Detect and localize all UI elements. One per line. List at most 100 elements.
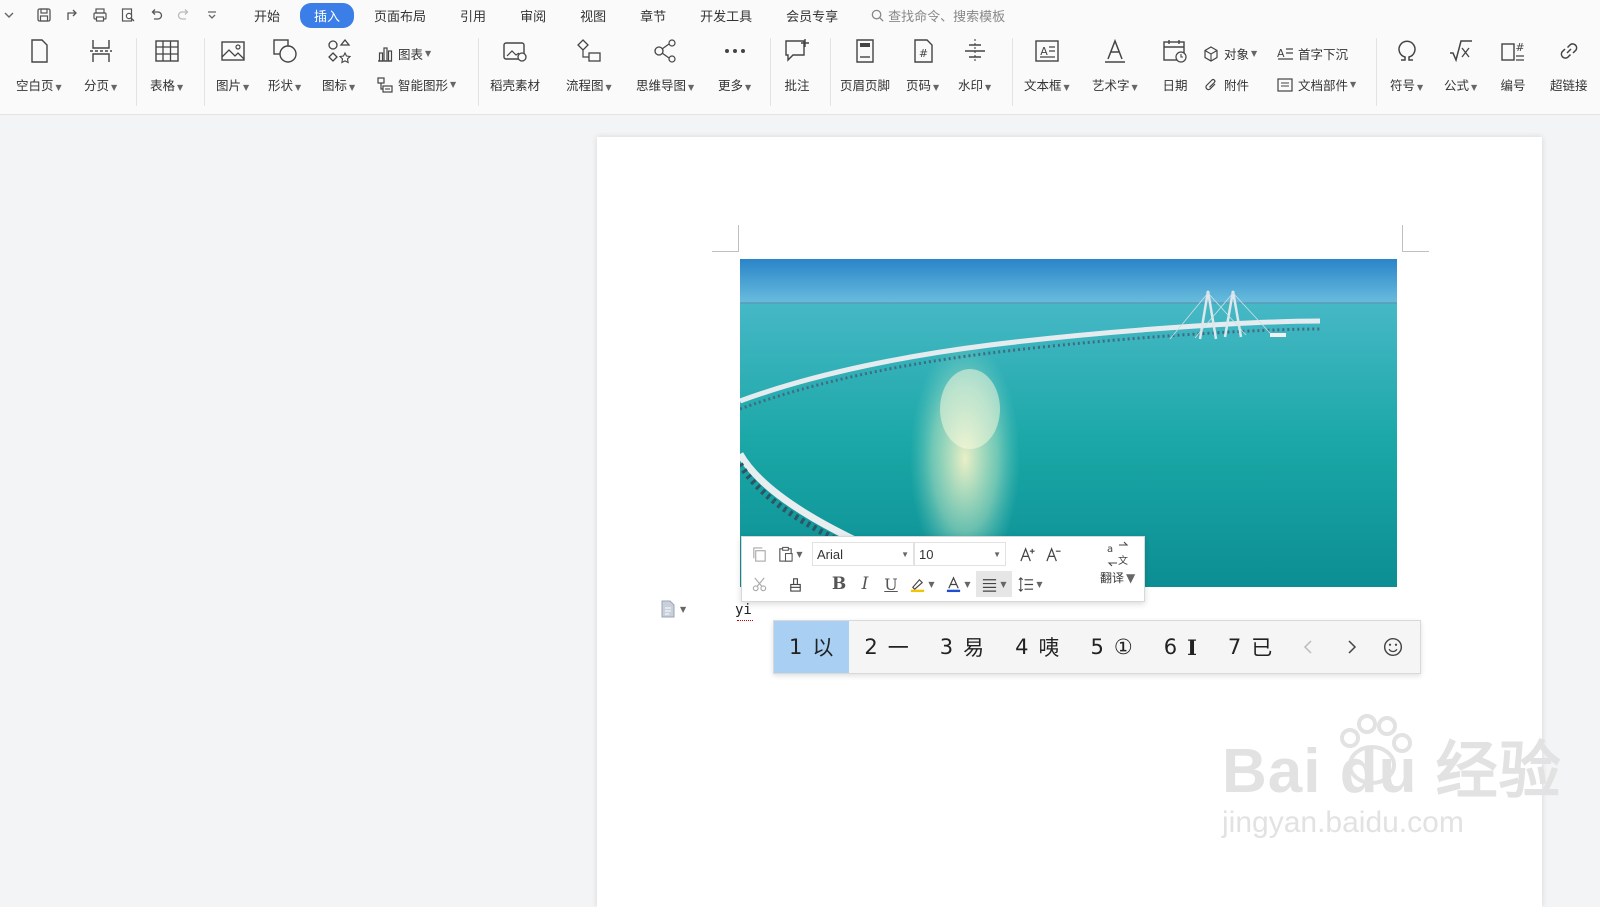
format-painter-icon[interactable] xyxy=(782,571,808,597)
hyperlink-label: 超链接 xyxy=(1550,78,1588,93)
attachment-button[interactable]: 附件 xyxy=(1202,75,1249,94)
numbering-button[interactable]: # 编号 xyxy=(1498,36,1528,94)
more-button[interactable]: 更多 ▼ xyxy=(718,36,751,94)
command-search[interactable]: 查找命令、搜索模板 xyxy=(870,6,1005,25)
smart-art-button[interactable]: 智能图形 ▼ xyxy=(376,75,456,94)
tab-page-layout[interactable]: 页面布局 xyxy=(360,3,440,28)
text-box-label: 文本框 xyxy=(1024,78,1062,93)
hyperlink-button[interactable]: 超链接 xyxy=(1550,36,1588,94)
flowchart-button[interactable]: 流程图 ▼ xyxy=(566,36,612,94)
drop-cap-button[interactable]: A 首字下沉 xyxy=(1276,44,1348,63)
tab-view[interactable]: 视图 xyxy=(566,3,620,28)
increase-font-size-icon[interactable] xyxy=(1014,541,1040,567)
font-size-select[interactable]: 10 ▼ xyxy=(914,542,1006,566)
page-number-button[interactable]: # 页码 ▼ xyxy=(906,36,939,94)
candidate-text: Ⅰ xyxy=(1187,634,1197,660)
paragraph-options-icon[interactable]: ▼ xyxy=(660,600,686,618)
docer-material-button[interactable]: 稻壳素材 xyxy=(490,36,540,94)
icon-library-icon xyxy=(324,36,354,66)
blank-page-button[interactable]: 空白页 ▼ xyxy=(16,36,62,94)
ribbon-tabs: 开始 插入 页面布局 引用 审阅 视图 章节 开发工具 会员专享 xyxy=(240,2,858,28)
tab-review[interactable]: 审阅 xyxy=(506,3,560,28)
customize-quick-access-icon[interactable] xyxy=(198,2,226,28)
ribbon-divider xyxy=(478,38,479,106)
tab-developer[interactable]: 开发工具 xyxy=(686,3,766,28)
object-button[interactable]: 对象 ▼ xyxy=(1202,44,1257,63)
candidate-text: 一 xyxy=(887,636,909,660)
ime-next-page-button[interactable] xyxy=(1330,621,1372,673)
font-name-select[interactable]: Arial ▼ xyxy=(812,542,914,566)
ime-candidate[interactable]: 6Ⅰ xyxy=(1149,621,1213,673)
ribbon-divider xyxy=(770,38,771,106)
chart-icon xyxy=(378,46,393,62)
print-preview-icon[interactable] xyxy=(114,2,142,28)
ribbon-divider xyxy=(136,38,137,106)
print-icon[interactable] xyxy=(86,2,114,28)
date-button[interactable]: 日期 xyxy=(1160,36,1190,94)
tab-insert[interactable]: 插入 xyxy=(300,2,355,28)
translate-button[interactable]: a文 翻译 ▼ xyxy=(1100,541,1135,586)
translate-icon: a文 xyxy=(1107,541,1128,567)
picture-button[interactable]: 图片 ▼ xyxy=(216,36,249,94)
export-icon[interactable] xyxy=(58,2,86,28)
save-icon[interactable] xyxy=(30,2,58,28)
header-footer-label: 页眉页脚 xyxy=(840,78,891,93)
icon-button[interactable]: 图标 ▼ xyxy=(322,36,355,94)
word-art-label: 艺术字 xyxy=(1092,78,1130,93)
ime-candidate[interactable]: 2一 xyxy=(849,621,924,673)
ime-candidate[interactable]: 5① xyxy=(1076,621,1149,673)
ribbon-divider xyxy=(1376,38,1377,106)
doc-parts-button[interactable]: 文档部件 ▼ xyxy=(1276,75,1356,94)
highlight-icon[interactable]: ▼ xyxy=(904,571,940,597)
cut-icon[interactable] xyxy=(746,571,772,597)
candidate-text: 咦 xyxy=(1038,636,1060,660)
copy-icon[interactable] xyxy=(746,541,772,567)
comment-label: 批注 xyxy=(784,78,810,93)
table-button[interactable]: 表格 ▼ xyxy=(150,36,183,94)
shape-button[interactable]: 形状 ▼ xyxy=(268,36,301,94)
align-icon[interactable]: ▼ xyxy=(976,571,1012,597)
table-icon xyxy=(152,36,182,66)
text-box-button[interactable]: A 文本框 ▼ xyxy=(1024,36,1070,94)
ime-candidate[interactable]: 1以 xyxy=(774,621,850,673)
mind-map-button[interactable]: 思维导图 ▼ xyxy=(636,36,694,94)
decrease-font-size-icon[interactable] xyxy=(1040,541,1066,567)
ime-prev-page-button[interactable] xyxy=(1288,621,1330,673)
line-spacing-icon[interactable]: ▼ xyxy=(1012,571,1048,597)
tab-sections[interactable]: 章节 xyxy=(626,3,680,28)
watermark-label: 水印 xyxy=(958,78,984,93)
bold-button[interactable]: B xyxy=(826,571,852,597)
command-search-label: 查找命令、搜索模板 xyxy=(888,9,1006,25)
watermark-button[interactable]: 水印 ▼ xyxy=(958,36,991,94)
watermark-icon xyxy=(960,36,990,66)
word-art-button[interactable]: 艺术字 ▼ xyxy=(1092,36,1138,94)
tab-home[interactable]: 开始 xyxy=(240,3,294,28)
chevron-down-icon[interactable] xyxy=(0,2,18,28)
more-icon xyxy=(720,36,750,66)
formula-icon xyxy=(1446,36,1476,66)
comment-button[interactable]: 批注 xyxy=(782,36,812,94)
tab-references[interactable]: 引用 xyxy=(446,3,500,28)
formula-button[interactable]: 公式 ▼ xyxy=(1444,36,1477,94)
symbol-button[interactable]: 符号 ▼ xyxy=(1390,36,1423,94)
svg-text:A: A xyxy=(1040,45,1048,58)
paste-icon[interactable]: ▼ xyxy=(772,541,808,567)
paperclip-icon xyxy=(1205,78,1216,90)
drop-cap-icon: A xyxy=(1277,47,1293,60)
mini-format-toolbar: ▼ Arial ▼ 10 ▼ B I U ▼ ▼ ▼ ▼ a文 翻译 ▼ xyxy=(741,536,1145,602)
font-color-icon[interactable]: ▼ xyxy=(940,571,976,597)
font-name-value: Arial xyxy=(817,546,844,562)
undo-icon[interactable] xyxy=(142,2,170,28)
header-footer-button[interactable]: 页眉页脚 xyxy=(840,36,890,94)
underline-button[interactable]: U xyxy=(878,571,904,597)
ime-candidate[interactable]: 3易 xyxy=(925,621,1000,673)
italic-button[interactable]: I xyxy=(852,571,878,597)
ime-candidate[interactable]: 7已 xyxy=(1213,621,1288,673)
redo-icon[interactable] xyxy=(170,2,198,28)
doc-parts-icon xyxy=(1277,77,1293,92)
tab-member[interactable]: 会员专享 xyxy=(772,3,852,28)
ime-candidate[interactable]: 4咦 xyxy=(1000,621,1075,673)
chart-button[interactable]: 图表 ▼ xyxy=(376,44,431,63)
ime-emoji-button[interactable] xyxy=(1372,621,1414,673)
page-break-button[interactable]: 分页 ▼ xyxy=(84,36,117,94)
